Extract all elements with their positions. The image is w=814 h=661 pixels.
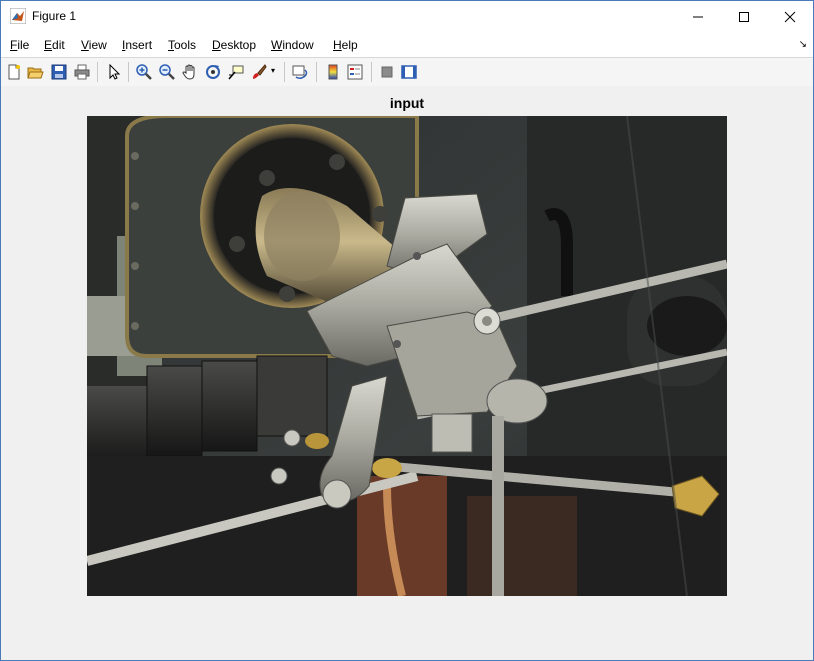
menu-desktop[interactable]: Desktop bbox=[212, 38, 256, 52]
colorbar-icon[interactable] bbox=[324, 63, 342, 81]
link-plot-icon[interactable] bbox=[291, 63, 309, 81]
pan-hand-icon[interactable] bbox=[181, 63, 199, 81]
menu-edit[interactable]: Edit bbox=[44, 38, 65, 52]
brush-dropdown-icon[interactable]: ▾ bbox=[271, 66, 275, 75]
open-file-icon[interactable] bbox=[26, 63, 44, 81]
maximize-icon bbox=[739, 11, 749, 22]
data-cursor-icon[interactable] bbox=[227, 63, 245, 81]
menu-view[interactable]: View bbox=[81, 38, 107, 52]
toolbar-separator bbox=[128, 62, 129, 82]
maximize-button[interactable] bbox=[721, 1, 767, 32]
axes-image[interactable] bbox=[87, 116, 727, 596]
print-icon[interactable] bbox=[73, 63, 91, 81]
menu-tools[interactable]: Tools bbox=[168, 38, 196, 52]
menu-help[interactable]: Help bbox=[333, 38, 358, 52]
new-figure-icon[interactable] bbox=[5, 63, 23, 81]
minimize-button[interactable] bbox=[675, 1, 721, 32]
menu-insert[interactable]: Insert bbox=[122, 38, 152, 52]
menu-window[interactable]: Window bbox=[271, 38, 314, 52]
window-title: Figure 1 bbox=[32, 9, 77, 23]
figure-toolbar: ▾ bbox=[1, 57, 813, 87]
menu-file[interactable]: File bbox=[10, 38, 29, 52]
brush-icon[interactable] bbox=[250, 63, 268, 81]
figure-window: Figure 1 File Edit View Insert Tools Des… bbox=[0, 0, 814, 661]
menu-bar: File Edit View Insert Tools Desktop Wind… bbox=[1, 32, 813, 57]
hide-plot-tools-icon[interactable] bbox=[378, 63, 396, 81]
close-icon bbox=[784, 11, 796, 22]
toolbar-separator bbox=[284, 62, 285, 82]
figure-canvas[interactable]: input bbox=[1, 86, 813, 660]
axes-title: input bbox=[389, 95, 425, 111]
minimize-icon bbox=[693, 16, 703, 17]
edit-plot-arrow-icon[interactable] bbox=[105, 63, 123, 81]
legend-icon[interactable] bbox=[346, 63, 364, 81]
close-button[interactable] bbox=[767, 1, 813, 32]
toolbar-separator bbox=[97, 62, 98, 82]
machinery-photo bbox=[87, 116, 727, 596]
dock-arrow-icon[interactable]: ↘ bbox=[799, 39, 807, 50]
show-plot-tools-icon[interactable] bbox=[400, 63, 418, 81]
toolbar-separator bbox=[316, 62, 317, 82]
zoom-out-icon[interactable] bbox=[158, 63, 176, 81]
save-icon[interactable] bbox=[50, 63, 68, 81]
toolbar-separator bbox=[371, 62, 372, 82]
matlab-logo-icon bbox=[10, 8, 26, 24]
zoom-in-icon[interactable] bbox=[135, 63, 153, 81]
rotate-3d-icon[interactable] bbox=[204, 63, 222, 81]
title-bar[interactable]: Figure 1 bbox=[1, 1, 813, 32]
